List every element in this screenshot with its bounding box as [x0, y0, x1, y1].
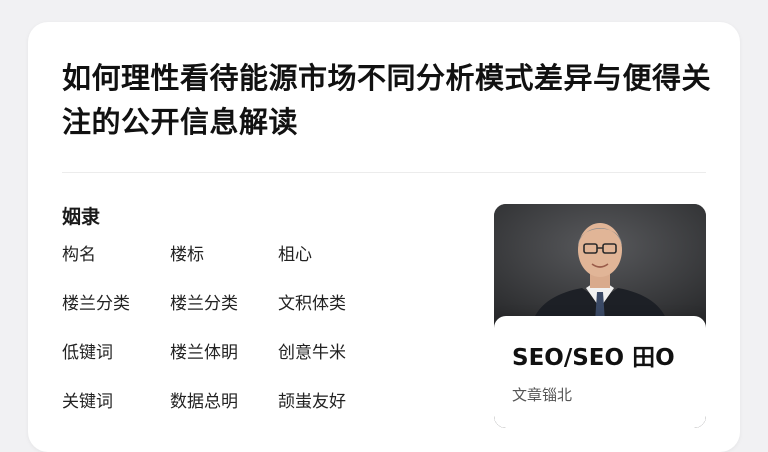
info-item: 数据总明	[170, 392, 238, 412]
author-profile-card[interactable]: SEO/SEO 田O 文章锱北	[494, 204, 706, 428]
info-item: 柤心	[278, 245, 312, 265]
info-item: 构名	[62, 245, 96, 265]
info-item: 楼兰分类	[62, 294, 130, 314]
author-photo	[494, 204, 706, 324]
info-section-label: 姻隶	[62, 206, 101, 228]
info-item: 颉蚩友好	[278, 392, 346, 412]
info-item: 楼兰分类	[170, 294, 238, 314]
info-item: 楼标	[170, 245, 204, 265]
author-role: 文章锱北	[512, 386, 573, 404]
divider	[62, 172, 706, 173]
info-grid: 构名 楼标 柤心 楼兰分类 楼兰分类 文积体类 低键词 楼兰体眀 创意牛米 关键…	[62, 242, 392, 438]
info-item: 低键词	[62, 343, 113, 363]
info-item: 创意牛米	[278, 343, 346, 363]
article-card: 如何理性看待能源市场不同分析模式差异与便得关注的公开信息解读 姻隶 构名 楼标 …	[28, 22, 740, 452]
author-name-card: SEO/SEO 田O 文章锱北	[494, 316, 706, 428]
info-item: 楼兰体眀	[170, 343, 238, 363]
author-name: SEO/SEO 田O	[512, 345, 675, 371]
info-item: 文积体类	[278, 294, 346, 314]
article-title: 如何理性看待能源市场不同分析模式差异与便得关注的公开信息解读	[62, 61, 712, 139]
info-item: 关键词	[62, 392, 113, 412]
